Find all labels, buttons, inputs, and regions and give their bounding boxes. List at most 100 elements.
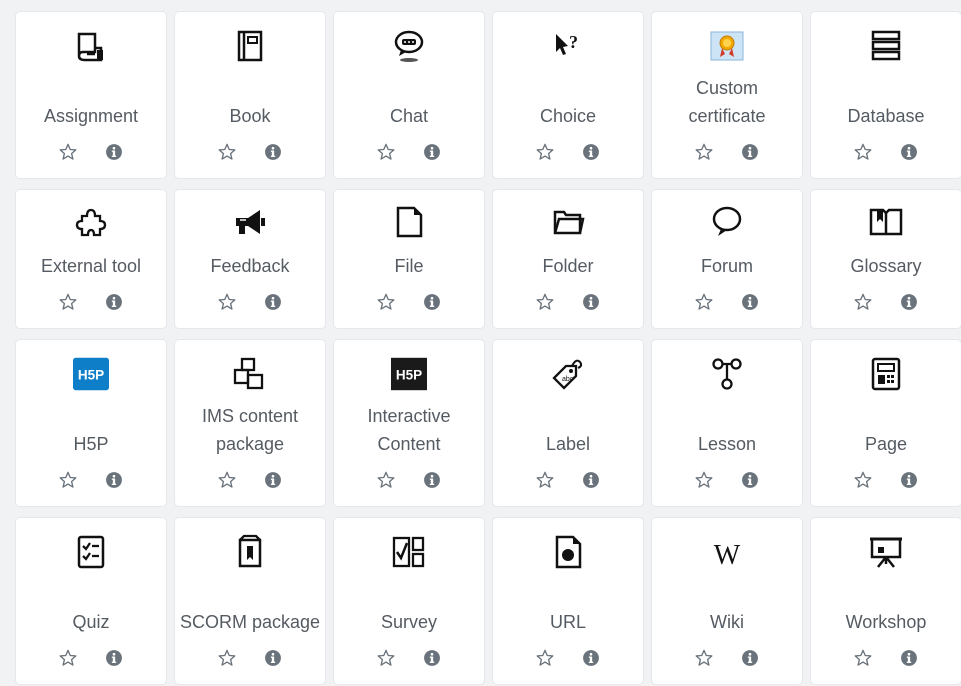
star-icon[interactable] xyxy=(692,290,716,314)
activity-tile-wiki[interactable]: W Wiki xyxy=(652,518,802,684)
activity-tile-folder[interactable]: Folder xyxy=(493,190,643,328)
info-icon[interactable] xyxy=(579,140,603,164)
activity-label[interactable]: Glossary xyxy=(815,252,957,280)
info-icon[interactable] xyxy=(420,290,444,314)
info-icon[interactable] xyxy=(261,140,285,164)
info-icon[interactable] xyxy=(897,290,921,314)
star-icon[interactable] xyxy=(851,468,875,492)
info-icon[interactable] xyxy=(579,646,603,670)
star-icon[interactable] xyxy=(374,290,398,314)
activity-label[interactable]: Choice xyxy=(497,102,639,130)
star-icon[interactable] xyxy=(374,140,398,164)
star-icon[interactable] xyxy=(56,468,80,492)
star-icon[interactable] xyxy=(374,468,398,492)
star-icon[interactable] xyxy=(215,646,239,670)
activity-tile-page[interactable]: Page xyxy=(811,340,961,506)
star-icon[interactable] xyxy=(56,646,80,670)
activity-label[interactable]: Database xyxy=(815,102,957,130)
star-icon[interactable] xyxy=(851,140,875,164)
info-icon[interactable] xyxy=(579,290,603,314)
info-icon[interactable] xyxy=(738,290,762,314)
info-icon[interactable] xyxy=(420,140,444,164)
info-icon[interactable] xyxy=(738,468,762,492)
activity-tile-imscp[interactable]: IMS content package xyxy=(175,340,325,506)
star-icon[interactable] xyxy=(851,646,875,670)
activity-tile-lti[interactable]: External tool xyxy=(16,190,166,328)
activity-label[interactable]: File xyxy=(338,252,480,280)
info-icon[interactable] xyxy=(102,140,126,164)
activity-label[interactable]: Book xyxy=(179,102,321,130)
info-icon[interactable] xyxy=(102,290,126,314)
activity-label[interactable]: Page xyxy=(815,430,957,458)
star-icon[interactable] xyxy=(692,468,716,492)
info-icon[interactable] xyxy=(261,468,285,492)
info-icon[interactable] xyxy=(897,646,921,670)
activity-label[interactable]: SCORM package xyxy=(179,608,321,636)
activity-tile-scorm[interactable]: SCORM package xyxy=(175,518,325,684)
activity-tile-url[interactable]: URL xyxy=(493,518,643,684)
activity-label[interactable]: Assignment xyxy=(20,102,162,130)
activity-label[interactable]: External tool xyxy=(20,252,162,280)
info-icon[interactable] xyxy=(897,468,921,492)
activity-tile-chat[interactable]: Chat xyxy=(334,12,484,178)
activity-tile-feedback[interactable]: Feedback xyxy=(175,190,325,328)
activity-tile-forum[interactable]: Forum xyxy=(652,190,802,328)
activity-label[interactable]: IMS content package xyxy=(179,402,321,458)
activity-tile-hvp[interactable]: H5P Interactive Content xyxy=(334,340,484,506)
activity-tile-database[interactable]: Database xyxy=(811,12,961,178)
star-icon[interactable] xyxy=(851,290,875,314)
activity-label[interactable]: Survey xyxy=(338,608,480,636)
info-icon[interactable] xyxy=(261,646,285,670)
info-icon[interactable] xyxy=(420,468,444,492)
info-icon[interactable] xyxy=(738,646,762,670)
info-icon[interactable] xyxy=(102,468,126,492)
activity-label[interactable]: Lesson xyxy=(656,430,798,458)
label-icon: abc xyxy=(548,354,588,394)
activity-tile-glossary[interactable]: Glossary xyxy=(811,190,961,328)
activity-tile-workshop[interactable]: Workshop xyxy=(811,518,961,684)
info-icon[interactable] xyxy=(579,468,603,492)
star-icon[interactable] xyxy=(56,290,80,314)
star-icon[interactable] xyxy=(692,646,716,670)
activity-label[interactable]: Feedback xyxy=(179,252,321,280)
star-icon[interactable] xyxy=(56,140,80,164)
info-icon[interactable] xyxy=(420,646,444,670)
activity-label[interactable]: Quiz xyxy=(20,608,162,636)
activity-tile-assignment[interactable]: Assignment xyxy=(16,12,166,178)
activity-label[interactable]: H5P xyxy=(20,430,162,458)
megaphone-icon xyxy=(230,202,270,242)
activity-label[interactable]: Wiki xyxy=(656,608,798,636)
activity-label[interactable]: Label xyxy=(497,430,639,458)
star-icon[interactable] xyxy=(533,646,557,670)
activity-tile-file[interactable]: File xyxy=(334,190,484,328)
activity-tile-survey[interactable]: Survey xyxy=(334,518,484,684)
activity-label[interactable]: Chat xyxy=(338,102,480,130)
info-icon[interactable] xyxy=(102,646,126,670)
star-icon[interactable] xyxy=(374,646,398,670)
activity-tile-customcert[interactable]: Custom certificate xyxy=(652,12,802,178)
activity-actions xyxy=(811,646,961,670)
activity-label[interactable]: URL xyxy=(497,608,639,636)
activity-label[interactable]: Custom certificate xyxy=(656,74,798,130)
star-icon[interactable] xyxy=(215,468,239,492)
activity-tile-quiz[interactable]: Quiz xyxy=(16,518,166,684)
activity-label[interactable]: Folder xyxy=(497,252,639,280)
star-icon[interactable] xyxy=(692,140,716,164)
activity-label[interactable]: Forum xyxy=(656,252,798,280)
star-icon[interactable] xyxy=(533,140,557,164)
activity-label[interactable]: Interactive Content xyxy=(338,402,480,458)
info-icon[interactable] xyxy=(261,290,285,314)
activity-tile-label[interactable]: abc Label xyxy=(493,340,643,506)
activity-tile-choice[interactable]: ? Choice xyxy=(493,12,643,178)
star-icon[interactable] xyxy=(533,468,557,492)
activity-tile-lesson[interactable]: Lesson xyxy=(652,340,802,506)
activity-label[interactable]: Workshop xyxy=(815,608,957,636)
star-icon[interactable] xyxy=(533,290,557,314)
star-icon[interactable] xyxy=(215,140,239,164)
star-icon[interactable] xyxy=(215,290,239,314)
chat-icon xyxy=(389,26,429,66)
info-icon[interactable] xyxy=(738,140,762,164)
activity-tile-h5p[interactable]: H5P H5P xyxy=(16,340,166,506)
activity-tile-book[interactable]: Book xyxy=(175,12,325,178)
info-icon[interactable] xyxy=(897,140,921,164)
